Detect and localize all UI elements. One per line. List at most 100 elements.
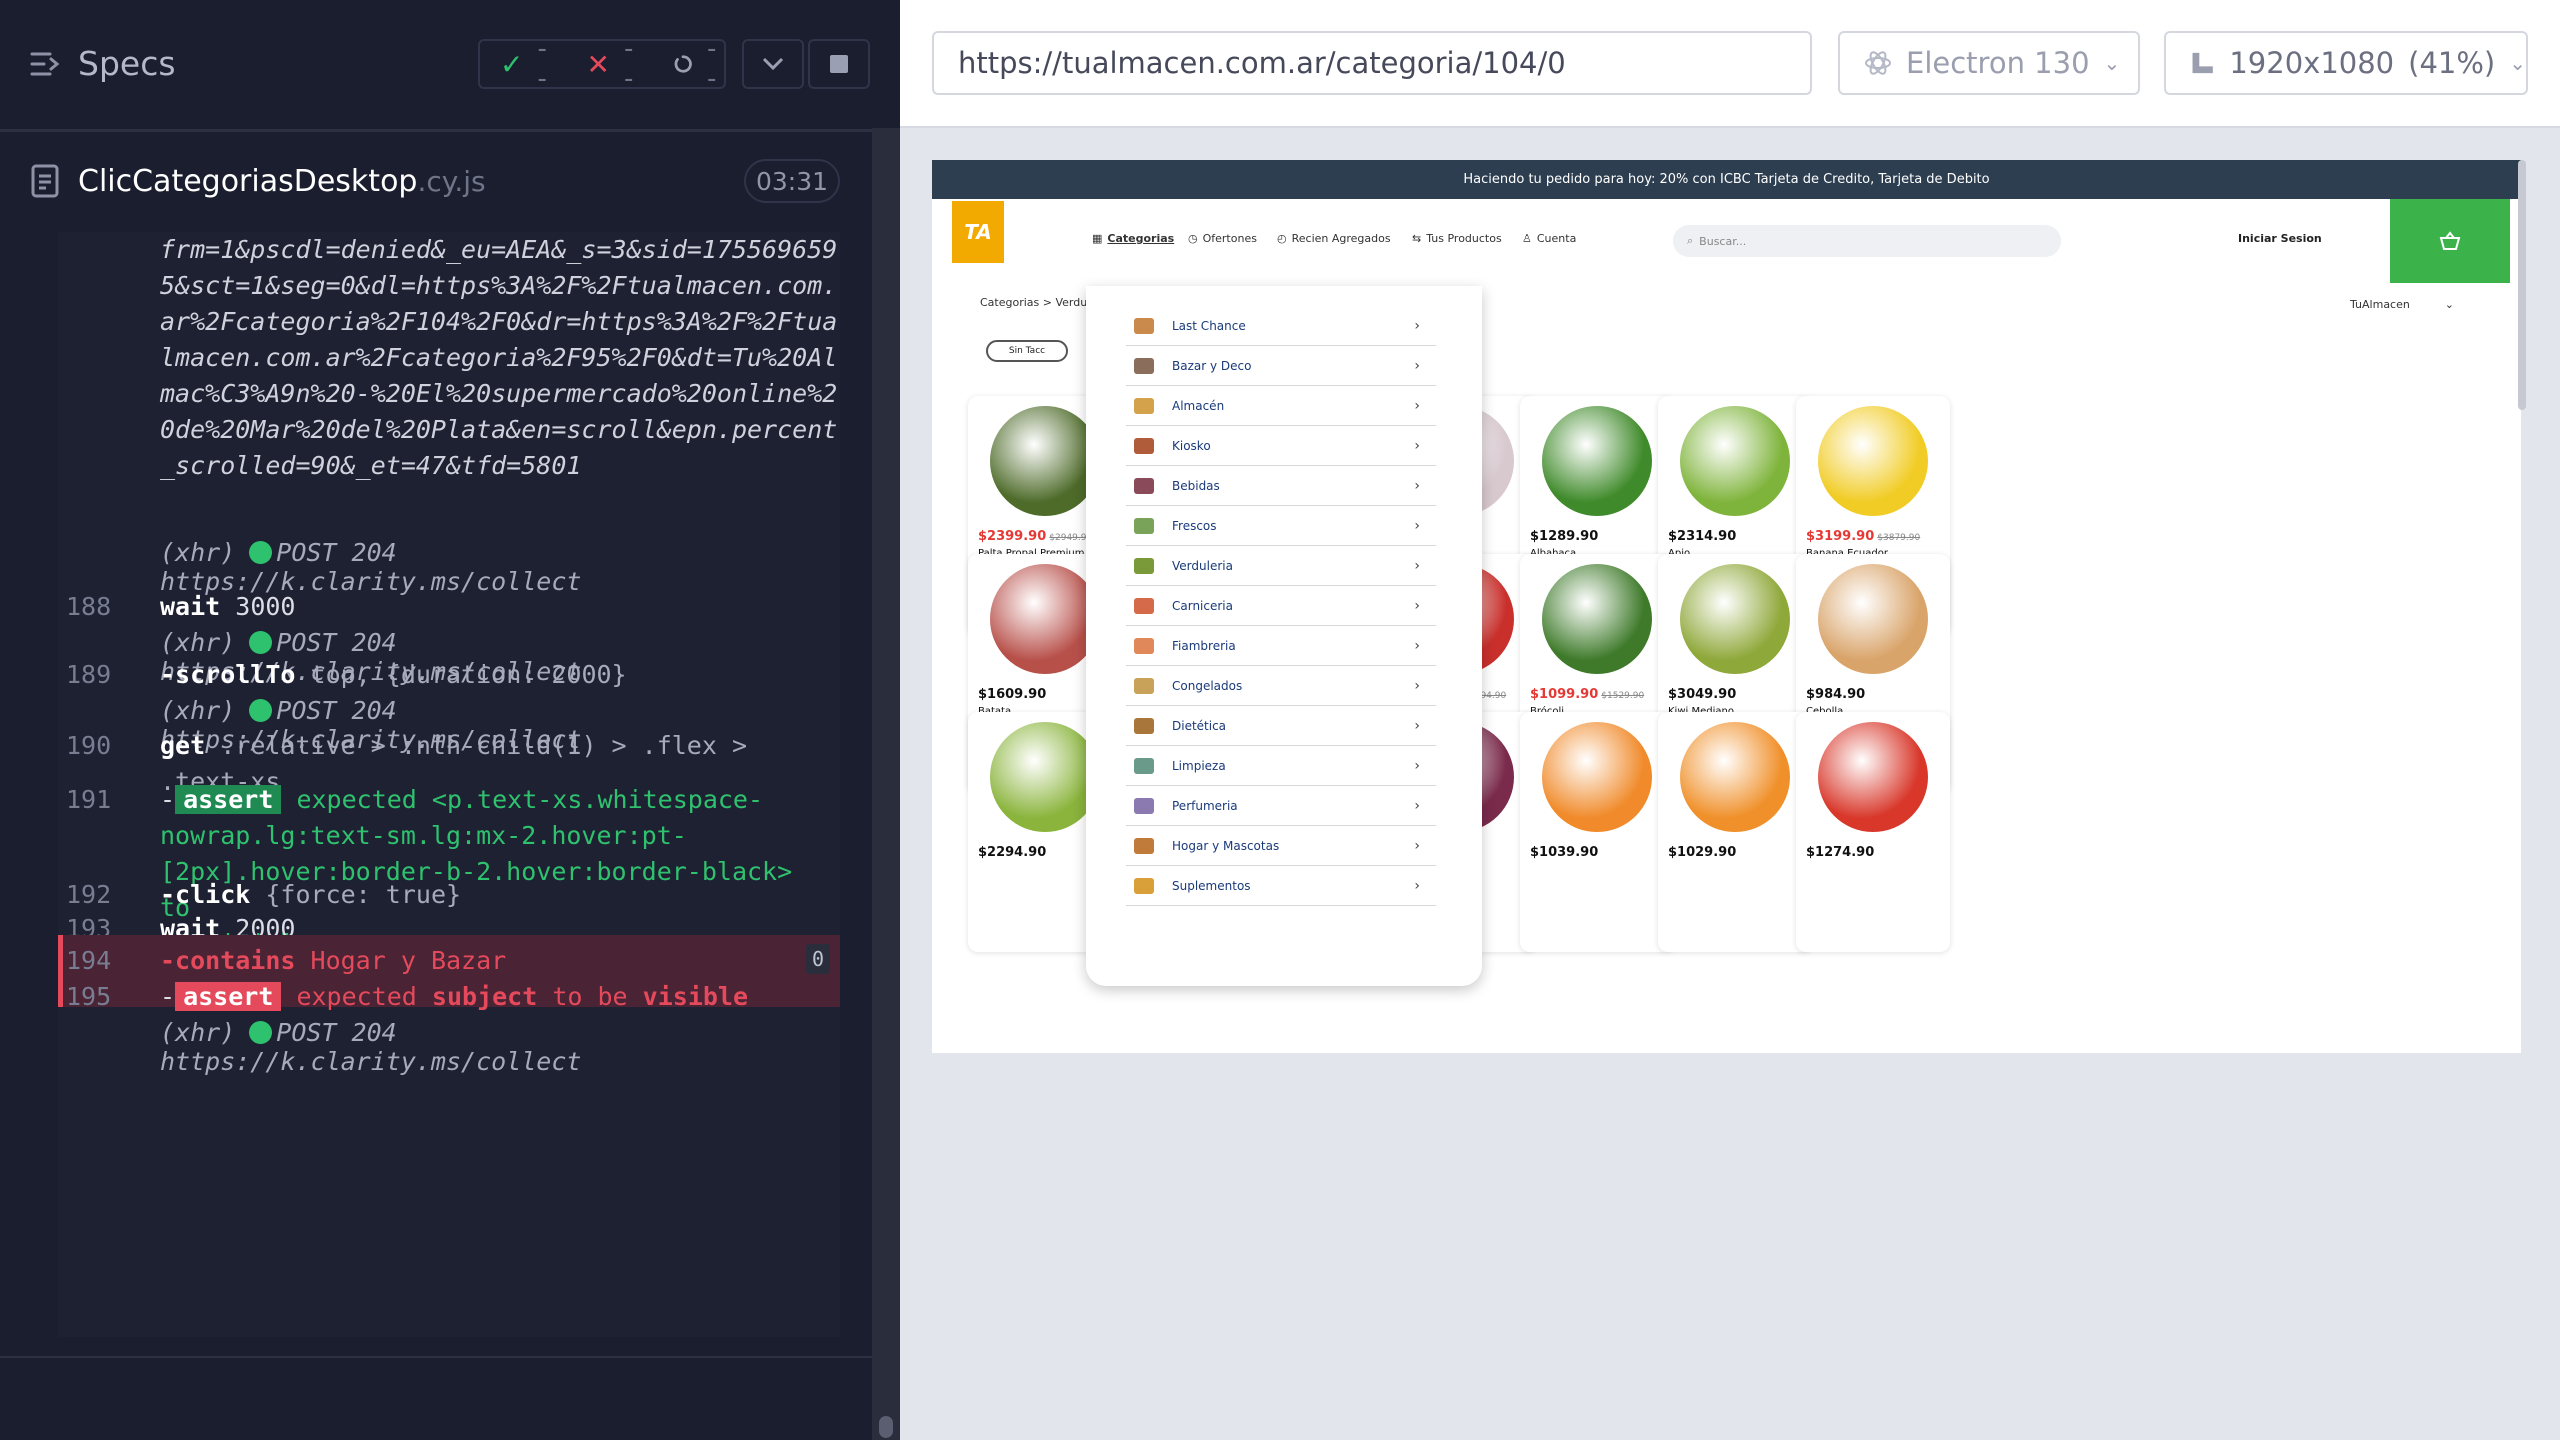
viewport-size: 1920x1080 xyxy=(2229,46,2395,80)
category-menu-item[interactable]: Bazar y Deco › xyxy=(1126,346,1436,386)
category-menu-item[interactable]: Almacén › xyxy=(1126,386,1436,426)
category-dropdown-menu: Last Chance › Bazar y Deco › Almacén › Kiosko ›… xyxy=(1086,286,1482,986)
product-image xyxy=(1818,406,1928,516)
category-label: Almacén xyxy=(1172,398,1225,413)
app-scrollbar[interactable] xyxy=(2518,160,2526,410)
category-menu-item[interactable]: Frescos › xyxy=(1126,506,1436,546)
chevron-down-icon: ⌄ xyxy=(2103,51,2121,75)
reporter-header: Specs ✓ -- ✕ -- -- xyxy=(0,0,900,132)
category-icon xyxy=(1134,317,1154,334)
nav-ofertones[interactable]: ◷ Ofertones xyxy=(1188,232,1257,245)
chevron-right-icon: › xyxy=(1414,477,1420,494)
product-price: $3199.90 $3879.90 xyxy=(1806,529,1921,544)
category-label: Frescos xyxy=(1172,518,1217,533)
product-image xyxy=(1542,406,1652,516)
login-link[interactable]: Iniciar Sesion xyxy=(2238,232,2322,245)
category-menu-item[interactable]: Bebidas › xyxy=(1126,466,1436,506)
chevron-right-icon: › xyxy=(1414,597,1420,614)
product-price: $2294.90 xyxy=(978,845,1047,860)
category-label: Carniceria xyxy=(1172,598,1233,613)
specs-label: Specs xyxy=(78,44,176,83)
url-bar[interactable]: https://tualmacen.com.ar/categoria/104/0 xyxy=(932,31,1812,95)
product-price: $1274.90 xyxy=(1806,845,1875,860)
spec-file-header[interactable]: ClicCategoriasDesktop .cy.js 03:31 xyxy=(30,157,840,205)
cart-button[interactable] xyxy=(2390,199,2510,283)
search-icon: ⌕ xyxy=(1687,234,1694,247)
product-price: $1289.90 xyxy=(1530,529,1599,544)
product-card[interactable]: $1029.90 xyxy=(1658,712,1812,952)
category-icon xyxy=(1134,357,1154,374)
product-card[interactable]: $1274.90 xyxy=(1796,712,1950,952)
chevron-down-icon: ⌄ xyxy=(2444,297,2454,311)
chevron-right-icon: › xyxy=(1414,677,1420,694)
product-price: $2399.90 $2949.90 xyxy=(978,529,1093,544)
category-menu-item[interactable]: Verduleria › xyxy=(1126,546,1436,586)
specs-list-icon xyxy=(30,52,60,75)
category-icon xyxy=(1134,597,1154,614)
nav-tus-productos[interactable]: ⇆ Tus Productos xyxy=(1412,232,1502,245)
chevron-right-icon: › xyxy=(1414,717,1420,734)
shop-search-input[interactable]: ⌕ Buscar... xyxy=(1673,225,2061,257)
category-menu-item[interactable]: Kiosko › xyxy=(1126,426,1436,466)
nav-recien-agregados[interactable]: ◴ Recien Agregados xyxy=(1277,232,1391,245)
log-scrollbar[interactable] xyxy=(872,128,900,1440)
nav-cuenta[interactable]: ♙ Cuenta xyxy=(1522,232,1576,245)
product-price: $1039.90 xyxy=(1530,845,1599,860)
category-menu-item[interactable]: Limpieza › xyxy=(1126,746,1436,786)
shop-logo[interactable]: TA xyxy=(952,201,1004,263)
category-menu-item[interactable]: Suplementos › xyxy=(1126,866,1436,906)
store-select[interactable]: TuAlmacen ⌄ xyxy=(2338,292,2466,316)
category-label: Bazar y Deco xyxy=(1172,358,1252,373)
basket-icon xyxy=(2439,231,2461,250)
product-price: $3049.90 xyxy=(1668,687,1737,702)
command-log: frm=1&pscdl=denied&_eu=AEA&_s=3&sid=1755… xyxy=(58,232,840,1337)
viewport-scale: (41%) xyxy=(2408,46,2496,80)
failed-icon: ✕ xyxy=(586,47,610,81)
category-menu-item[interactable]: Last Chance › xyxy=(1126,306,1436,346)
product-image xyxy=(990,722,1100,832)
category-icon xyxy=(1134,717,1154,734)
category-label: Suplementos xyxy=(1172,878,1251,893)
chevron-right-icon: › xyxy=(1414,797,1420,814)
product-image xyxy=(1680,564,1790,674)
category-menu-item[interactable]: Congelados › xyxy=(1126,666,1436,706)
filter-chip-sin-tacc[interactable]: Sin Tacc xyxy=(986,340,1068,362)
chevron-right-icon: › xyxy=(1414,837,1420,854)
product-image xyxy=(1818,722,1928,832)
truck-icon: ⇆ xyxy=(1412,232,1422,245)
category-icon xyxy=(1134,677,1154,694)
product-price: $984.90 xyxy=(1806,687,1866,702)
breadcrumb: Categorias > Verdu xyxy=(980,296,1088,309)
category-menu-item[interactable]: Perfumeria › xyxy=(1126,786,1436,826)
category-icon xyxy=(1134,877,1154,894)
chevron-right-icon: › xyxy=(1414,757,1420,774)
category-icon xyxy=(1134,557,1154,574)
browser-toolbar: https://tualmacen.com.ar/categoria/104/0… xyxy=(900,0,2560,128)
category-menu-item[interactable]: Fiambreria › xyxy=(1126,626,1436,666)
nav-categorias[interactable]: ▦ Categorias xyxy=(1092,232,1174,245)
failed-count: -- xyxy=(623,34,634,94)
product-card[interactable]: $1039.90 xyxy=(1520,712,1674,952)
viewport-selector[interactable]: 1920x1080 (41%) ⌄ xyxy=(2164,31,2528,95)
product-image xyxy=(990,406,1100,516)
stop-button[interactable] xyxy=(808,39,870,89)
spec-file-ext: .cy.js xyxy=(417,164,486,198)
ruler-icon xyxy=(2192,52,2213,74)
product-image xyxy=(1542,722,1652,832)
category-label: Perfumeria xyxy=(1172,798,1238,813)
clock-icon: ◴ xyxy=(1277,232,1287,245)
browser-selector[interactable]: Electron 130 ⌄ xyxy=(1838,31,2140,95)
specs-toggle-button[interactable]: Specs xyxy=(30,44,176,83)
app-preview-panel: https://tualmacen.com.ar/categoria/104/0… xyxy=(900,0,2560,1440)
category-menu-item[interactable]: Dietética › xyxy=(1126,706,1436,746)
product-image xyxy=(1680,406,1790,516)
product-price: $1029.90 xyxy=(1668,845,1737,860)
category-icon xyxy=(1134,837,1154,854)
chevron-right-icon: › xyxy=(1414,517,1420,534)
category-menu-item[interactable]: Carniceria › xyxy=(1126,586,1436,626)
product-price: $1609.90 xyxy=(978,687,1047,702)
tag-icon: ◷ xyxy=(1188,232,1198,245)
auto-scroll-button[interactable] xyxy=(742,39,804,89)
category-label: Dietética xyxy=(1172,718,1227,733)
category-menu-item[interactable]: Hogar y Mascotas › xyxy=(1126,826,1436,866)
